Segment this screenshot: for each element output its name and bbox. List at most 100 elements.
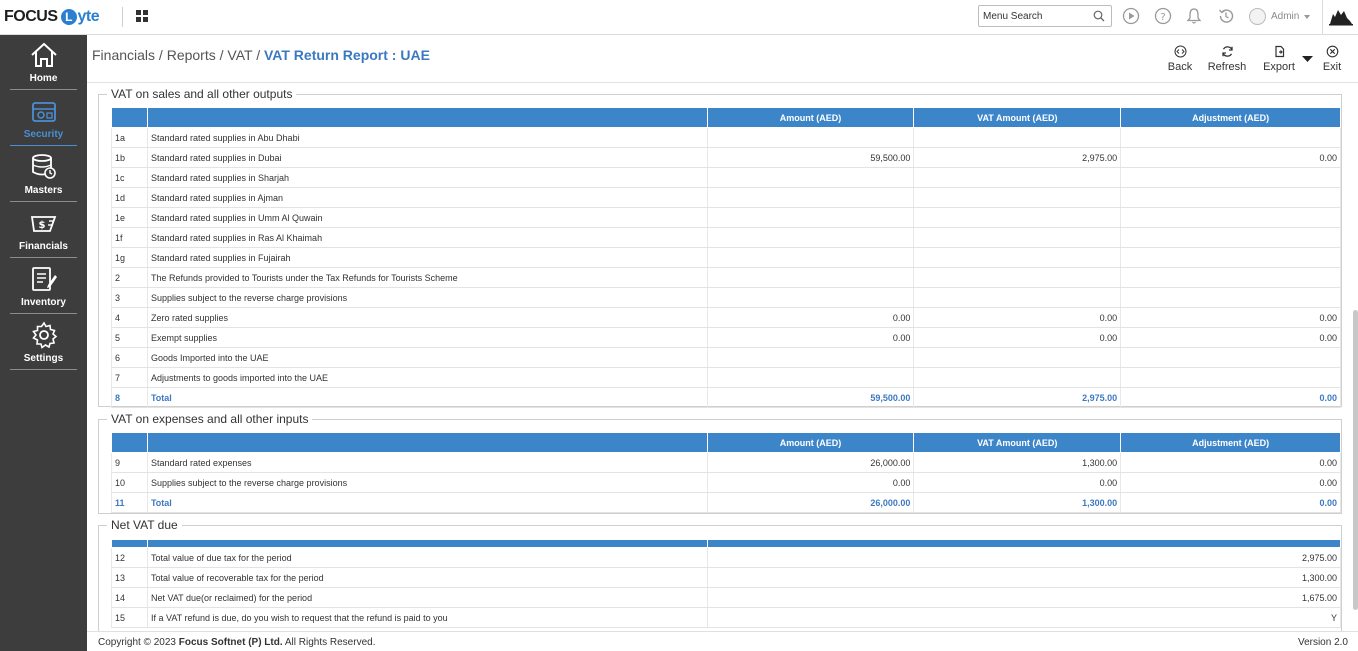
col-header-description bbox=[146, 107, 708, 128]
copyright-suffix: All Rights Reserved. bbox=[284, 637, 376, 648]
table-row[interactable]: 6 Goods Imported into the UAE bbox=[111, 347, 1341, 368]
sidebar-item-label: Home bbox=[29, 73, 58, 84]
row-value: 2,975.00 bbox=[707, 547, 1341, 568]
app-logo[interactable]: FOCUS L yte bbox=[4, 7, 100, 27]
inventory-icon bbox=[32, 267, 57, 291]
col-header-adjustment: Adjustment (AED) bbox=[1120, 432, 1341, 453]
search-icon[interactable] bbox=[1093, 10, 1105, 22]
table-row[interactable]: 4 Zero rated supplies 0.00 0.00 0.00 bbox=[111, 307, 1341, 328]
export-dropdown-icon[interactable] bbox=[1302, 55, 1313, 63]
row-vat-amount: 1,300.00 bbox=[913, 452, 1122, 473]
row-adjustment: 0.00 bbox=[1120, 307, 1341, 328]
settings-icon bbox=[32, 321, 58, 349]
menu-search bbox=[978, 5, 1112, 27]
net-vat-section: Net VAT due 12 Total value of due tax for… bbox=[98, 518, 1342, 635]
row-adjustment bbox=[1120, 347, 1341, 368]
row-description: Goods Imported into the UAE bbox=[146, 347, 708, 368]
sales-section: VAT on sales and all other outputs Amoun… bbox=[98, 87, 1342, 408]
row-adjustment bbox=[1120, 227, 1341, 248]
notification-bell-icon[interactable] bbox=[1185, 7, 1203, 25]
export-button[interactable]: Export bbox=[1260, 44, 1298, 73]
footer: Copyright © 2023 Focus Softnet (P) Ltd. … bbox=[87, 631, 1358, 651]
logo-circle: L bbox=[60, 9, 77, 25]
total-vat-amount: 2,975.00 bbox=[913, 387, 1122, 408]
exit-button[interactable]: Exit bbox=[1318, 44, 1346, 73]
sidebar-item-financials[interactable]: $ Financials bbox=[10, 203, 77, 258]
table-row[interactable]: 1c Standard rated supplies in Sharjah bbox=[111, 167, 1341, 188]
row-amount bbox=[706, 127, 915, 148]
table-row[interactable]: 5 Exempt supplies 0.00 0.00 0.00 bbox=[111, 327, 1341, 348]
col-header-vat-amount: VAT Amount (AED) bbox=[913, 107, 1122, 128]
logo-text: FOCUS bbox=[4, 8, 58, 25]
table-row[interactable]: 3 Supplies subject to the reverse charge … bbox=[111, 287, 1341, 308]
table-row[interactable]: 14 Net VAT due(or reclaimed) for the peri… bbox=[111, 587, 1341, 608]
table-row[interactable]: 2 The Refunds provided to Tourists under … bbox=[111, 267, 1341, 288]
history-icon[interactable] bbox=[1217, 7, 1235, 25]
row-description: Total value of recoverable tax for the p… bbox=[147, 567, 708, 588]
apps-grid-icon[interactable] bbox=[136, 10, 148, 22]
row-description: Standard rated supplies in Ras Al Khaima… bbox=[146, 227, 708, 248]
table-row[interactable]: 1e Standard rated supplies in Umm Al Quwa… bbox=[111, 207, 1341, 228]
row-description: Total value of due tax for the period bbox=[147, 547, 708, 568]
col-header-description bbox=[147, 539, 708, 548]
sidebar-item-security[interactable]: Security bbox=[10, 91, 77, 146]
refresh-button[interactable]: Refresh bbox=[1206, 44, 1248, 73]
row-description: Standard rated supplies in Dubai bbox=[146, 147, 708, 168]
breadcrumb-reports[interactable]: Reports / bbox=[167, 47, 224, 63]
total-row[interactable]: 11 Total 26,000.00 1,300.00 0.00 bbox=[111, 492, 1341, 513]
table-row[interactable]: 1b Standard rated supplies in Dubai 59,500… bbox=[111, 147, 1341, 168]
row-no: 1f bbox=[111, 227, 148, 248]
col-header-no bbox=[111, 432, 148, 453]
row-vat-amount bbox=[913, 347, 1122, 368]
sidebar-item-home[interactable]: Home bbox=[10, 35, 77, 90]
total-adjustment: 0.00 bbox=[1120, 387, 1341, 408]
back-button[interactable]: Back bbox=[1166, 44, 1194, 73]
table-header-row: Amount (AED) VAT Amount (AED) Adjustment… bbox=[111, 107, 1341, 128]
table-row[interactable]: 13 Total value of recoverable tax for the… bbox=[111, 567, 1341, 588]
row-no: 13 bbox=[111, 567, 148, 588]
sidebar-item-label: Security bbox=[23, 129, 64, 140]
help-icon[interactable]: ? bbox=[1154, 7, 1172, 25]
table-row[interactable]: 12 Total value of due tax for the period 2… bbox=[111, 547, 1341, 568]
expenses-table: Amount (AED) VAT Amount (AED) Adjustment… bbox=[111, 432, 1341, 513]
total-adjustment: 0.00 bbox=[1120, 492, 1341, 513]
company-name: Focus Softnet (P) Ltd. bbox=[178, 637, 283, 648]
row-adjustment bbox=[1120, 127, 1341, 148]
home-icon bbox=[31, 42, 57, 67]
row-vat-amount bbox=[913, 127, 1122, 148]
company-logo[interactable] bbox=[1322, 0, 1358, 35]
breadcrumb-financials[interactable]: Financials / bbox=[92, 47, 163, 63]
sidebar-item-masters[interactable]: Masters bbox=[10, 147, 77, 202]
row-adjustment bbox=[1120, 287, 1341, 308]
play-icon[interactable] bbox=[1122, 7, 1140, 25]
table-row[interactable]: 1d Standard rated supplies in Ajman bbox=[111, 187, 1341, 208]
vertical-scrollbar[interactable] bbox=[1353, 310, 1358, 610]
sales-table: Amount (AED) VAT Amount (AED) Adjustment… bbox=[111, 107, 1341, 408]
user-menu[interactable]: Admin bbox=[1249, 8, 1311, 25]
menu-search-input[interactable] bbox=[979, 6, 1084, 27]
row-amount: 0.00 bbox=[706, 307, 915, 328]
table-row[interactable]: 1a Standard rated supplies in Abu Dhabi bbox=[111, 127, 1341, 148]
total-row[interactable]: 8 Total 59,500.00 2,975.00 0.00 bbox=[111, 387, 1341, 408]
sidebar-item-settings[interactable]: Settings bbox=[10, 315, 77, 370]
export-label: Export bbox=[1263, 61, 1295, 73]
breadcrumb-vat[interactable]: VAT / bbox=[227, 47, 260, 63]
row-adjustment bbox=[1120, 267, 1341, 288]
row-vat-amount: 0.00 bbox=[913, 327, 1122, 348]
table-row[interactable]: 10 Supplies subject to the reverse charge… bbox=[111, 472, 1341, 493]
row-vat-amount bbox=[913, 167, 1122, 188]
row-no: 1e bbox=[111, 207, 148, 228]
total-label: Total bbox=[146, 492, 708, 513]
sidebar-item-inventory[interactable]: Inventory bbox=[10, 259, 77, 314]
row-vat-amount bbox=[913, 187, 1122, 208]
row-value: 1,300.00 bbox=[707, 567, 1341, 588]
table-row[interactable]: 9 Standard rated expenses 26,000.00 1,300.0… bbox=[111, 452, 1341, 473]
row-no: 3 bbox=[111, 287, 148, 308]
table-row[interactable]: 1g Standard rated supplies in Fujairah bbox=[111, 247, 1341, 268]
table-row[interactable]: 7 Adjustments to goods imported into the … bbox=[111, 367, 1341, 388]
row-vat-amount: 0.00 bbox=[913, 472, 1122, 493]
table-row[interactable]: 1f Standard rated supplies in Ras Al Khai… bbox=[111, 227, 1341, 248]
table-row[interactable]: 15 If a VAT refund is due, do you wish to… bbox=[111, 607, 1341, 628]
sidebar-item-label: Masters bbox=[24, 185, 63, 196]
row-description: Standard rated supplies in Ajman bbox=[146, 187, 708, 208]
